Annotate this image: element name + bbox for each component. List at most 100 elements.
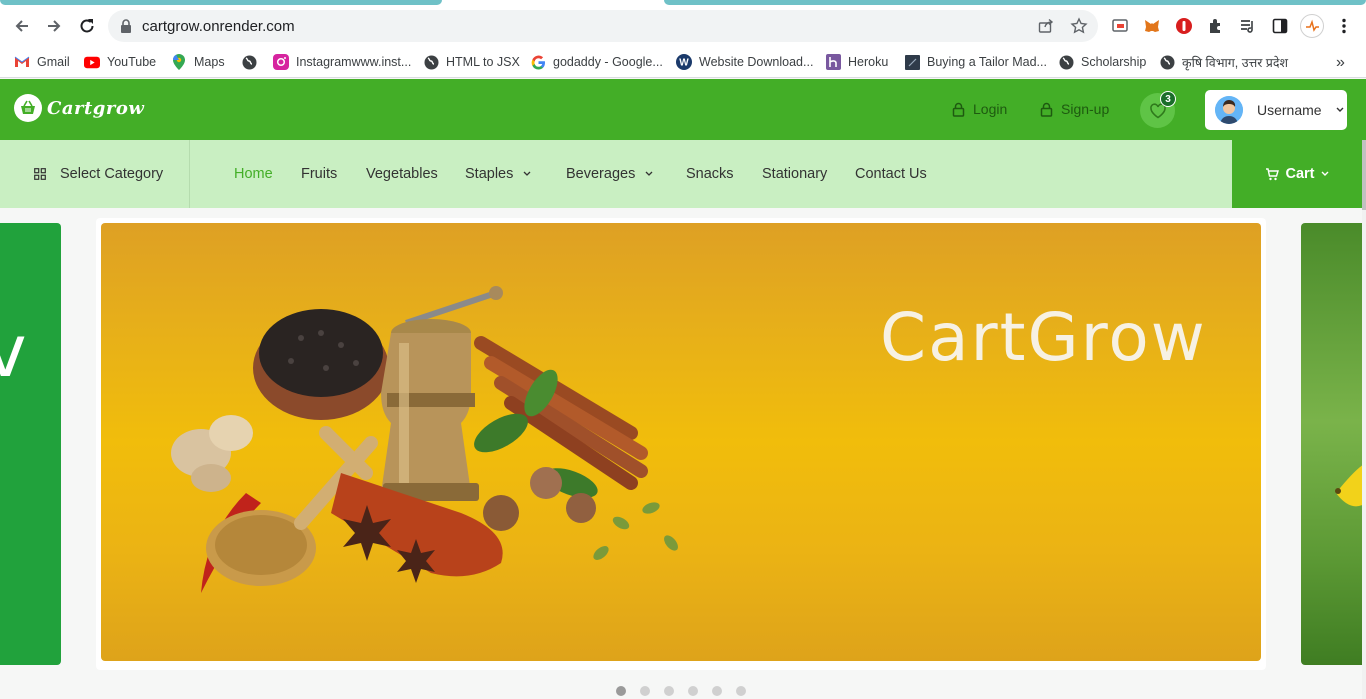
carousel-dot-6[interactable] bbox=[736, 686, 746, 696]
carousel-prev-slide[interactable]: v bbox=[0, 223, 61, 665]
nav-item-vegetables[interactable]: Vegetables bbox=[366, 166, 438, 182]
page-scrollbar[interactable] bbox=[1362, 140, 1366, 699]
carousel-next-slide[interactable] bbox=[1301, 223, 1362, 665]
carousel-dot-1[interactable] bbox=[616, 686, 626, 696]
bookmark-globe[interactable] bbox=[241, 52, 257, 72]
arrow-left-icon bbox=[15, 20, 28, 32]
cast-icon[interactable] bbox=[1110, 16, 1130, 36]
carousel-dot-2[interactable] bbox=[640, 686, 650, 696]
reading-list-icon[interactable] bbox=[1238, 16, 1258, 36]
bookmark-tailor[interactable]: Buying a Tailor Mad... bbox=[904, 52, 1047, 72]
nav-item-home[interactable]: Home bbox=[234, 166, 273, 182]
google-icon bbox=[530, 54, 546, 70]
profile-avatar-icon[interactable] bbox=[1300, 14, 1324, 38]
w-icon: W bbox=[676, 54, 692, 70]
globe-icon bbox=[1058, 54, 1074, 70]
brand-name: Cartgrow bbox=[47, 97, 145, 119]
select-category-button[interactable]: Select Category bbox=[0, 140, 190, 208]
share-icon[interactable] bbox=[1038, 18, 1054, 34]
carousel-dot-5[interactable] bbox=[712, 686, 722, 696]
bookmark-html-to-jsx[interactable]: HTML to JSX bbox=[423, 52, 520, 72]
signup-link[interactable]: Sign-up bbox=[1040, 101, 1109, 117]
nav-label: Home bbox=[234, 166, 273, 182]
bookmark-maps[interactable]: Maps bbox=[171, 52, 225, 72]
chevron-down-icon bbox=[1336, 107, 1344, 112]
globe-icon bbox=[241, 54, 257, 70]
bookmark-scholarship[interactable]: Scholarship bbox=[1058, 52, 1146, 72]
bookmark-label: Instagramwww.inst... bbox=[296, 55, 412, 69]
carousel-active-slide[interactable]: CartGrow bbox=[101, 223, 1261, 661]
site-header: Cartgrow Login Sign-up 3 Username bbox=[0, 79, 1366, 140]
nav-item-stationary[interactable]: Stationary bbox=[762, 166, 827, 182]
nav-item-snacks[interactable]: Snacks bbox=[686, 166, 734, 182]
select-category-label: Select Category bbox=[60, 166, 164, 182]
bookmark-label: Heroku bbox=[848, 55, 889, 69]
youtube-icon bbox=[84, 54, 100, 70]
nav-label: Snacks bbox=[686, 166, 734, 182]
bookmark-gmail[interactable]: Gmail bbox=[14, 52, 70, 72]
carousel-dot-4[interactable] bbox=[688, 686, 698, 696]
bookmarks-more-button[interactable]: » bbox=[1336, 54, 1345, 72]
bookmark-star-icon[interactable] bbox=[1070, 17, 1088, 35]
bookmark-label: godaddy - Google... bbox=[553, 55, 663, 69]
bookmark-label: Gmail bbox=[37, 55, 70, 69]
nav-item-beverages[interactable]: Beverages bbox=[566, 166, 653, 182]
login-link[interactable]: Login bbox=[952, 101, 1007, 117]
forward-button[interactable] bbox=[42, 14, 66, 38]
page-icon bbox=[904, 54, 920, 70]
user-menu-button[interactable]: Username bbox=[1205, 90, 1347, 130]
gmail-icon bbox=[14, 54, 30, 70]
instagram-icon bbox=[273, 54, 289, 70]
bookmark-youtube[interactable]: YouTube bbox=[84, 52, 156, 72]
back-button[interactable] bbox=[10, 14, 34, 38]
carousel-dots bbox=[616, 686, 746, 696]
reload-icon bbox=[80, 19, 94, 33]
nav-label: Stationary bbox=[762, 166, 828, 182]
lock-icon bbox=[1040, 102, 1053, 117]
metamask-icon[interactable] bbox=[1142, 16, 1162, 36]
bookmark-godaddy[interactable]: godaddy - Google... bbox=[530, 52, 663, 72]
brand-logo[interactable]: Cartgrow bbox=[14, 94, 144, 122]
chevron-down-icon bbox=[645, 171, 653, 176]
grinder-shape bbox=[381, 286, 503, 501]
reload-button[interactable] bbox=[75, 14, 99, 38]
nav-item-fruits[interactable]: Fruits bbox=[301, 166, 337, 182]
bookmark-krishi[interactable]: कृषि विभाग, उत्तर प्रदेश bbox=[1159, 52, 1288, 72]
nav-item-contact-us[interactable]: Contact Us bbox=[855, 166, 927, 182]
spices-image bbox=[171, 286, 678, 593]
nav-label: Staples bbox=[465, 166, 514, 182]
browser-toolbar: cartgrow.onrender.com bbox=[0, 6, 1366, 46]
extensions-puzzle-icon[interactable] bbox=[1206, 16, 1226, 36]
nav-label: Vegetables bbox=[366, 166, 438, 182]
maps-icon bbox=[171, 54, 187, 70]
slide-title: CartGrow bbox=[880, 299, 1207, 376]
chrome-menu-icon[interactable] bbox=[1334, 16, 1354, 36]
tab-strip-left bbox=[0, 0, 442, 5]
bookmarks-bar: Gmail YouTube Maps Instagramwww.inst... … bbox=[0, 46, 1366, 78]
carousel-dot-3[interactable] bbox=[664, 686, 674, 696]
login-label: Login bbox=[973, 101, 1008, 117]
cinnamon-shape bbox=[474, 336, 648, 490]
cart-label: Cart bbox=[1285, 166, 1315, 182]
bookmark-instagram[interactable]: Instagramwww.inst... bbox=[273, 52, 411, 72]
tab-strip-right bbox=[664, 0, 1366, 5]
address-url[interactable]: cartgrow.onrender.com bbox=[142, 18, 295, 35]
scrollbar-thumb[interactable] bbox=[1362, 140, 1366, 210]
bookmark-label: HTML to JSX bbox=[446, 55, 520, 69]
bookmark-label: Maps bbox=[194, 55, 225, 69]
address-bar[interactable]: cartgrow.onrender.com bbox=[108, 10, 1098, 42]
adblock-icon[interactable] bbox=[1174, 16, 1194, 36]
cart-button[interactable]: Cart bbox=[1232, 140, 1362, 208]
bookmark-website-download[interactable]: W Website Download... bbox=[676, 52, 813, 72]
grid-icon bbox=[34, 168, 46, 180]
nav-item-staples[interactable]: Staples bbox=[465, 166, 531, 182]
prev-slide-text: v bbox=[0, 309, 27, 393]
side-panel-icon[interactable] bbox=[1270, 16, 1290, 36]
heroku-icon bbox=[825, 54, 841, 70]
bookmark-label: Buying a Tailor Mad... bbox=[927, 55, 1047, 69]
lock-icon bbox=[120, 19, 132, 33]
arrow-right-icon bbox=[48, 20, 61, 32]
nav-label: Fruits bbox=[301, 166, 338, 182]
bookmark-heroku[interactable]: Heroku bbox=[825, 52, 888, 72]
ginger-shape bbox=[171, 415, 253, 492]
